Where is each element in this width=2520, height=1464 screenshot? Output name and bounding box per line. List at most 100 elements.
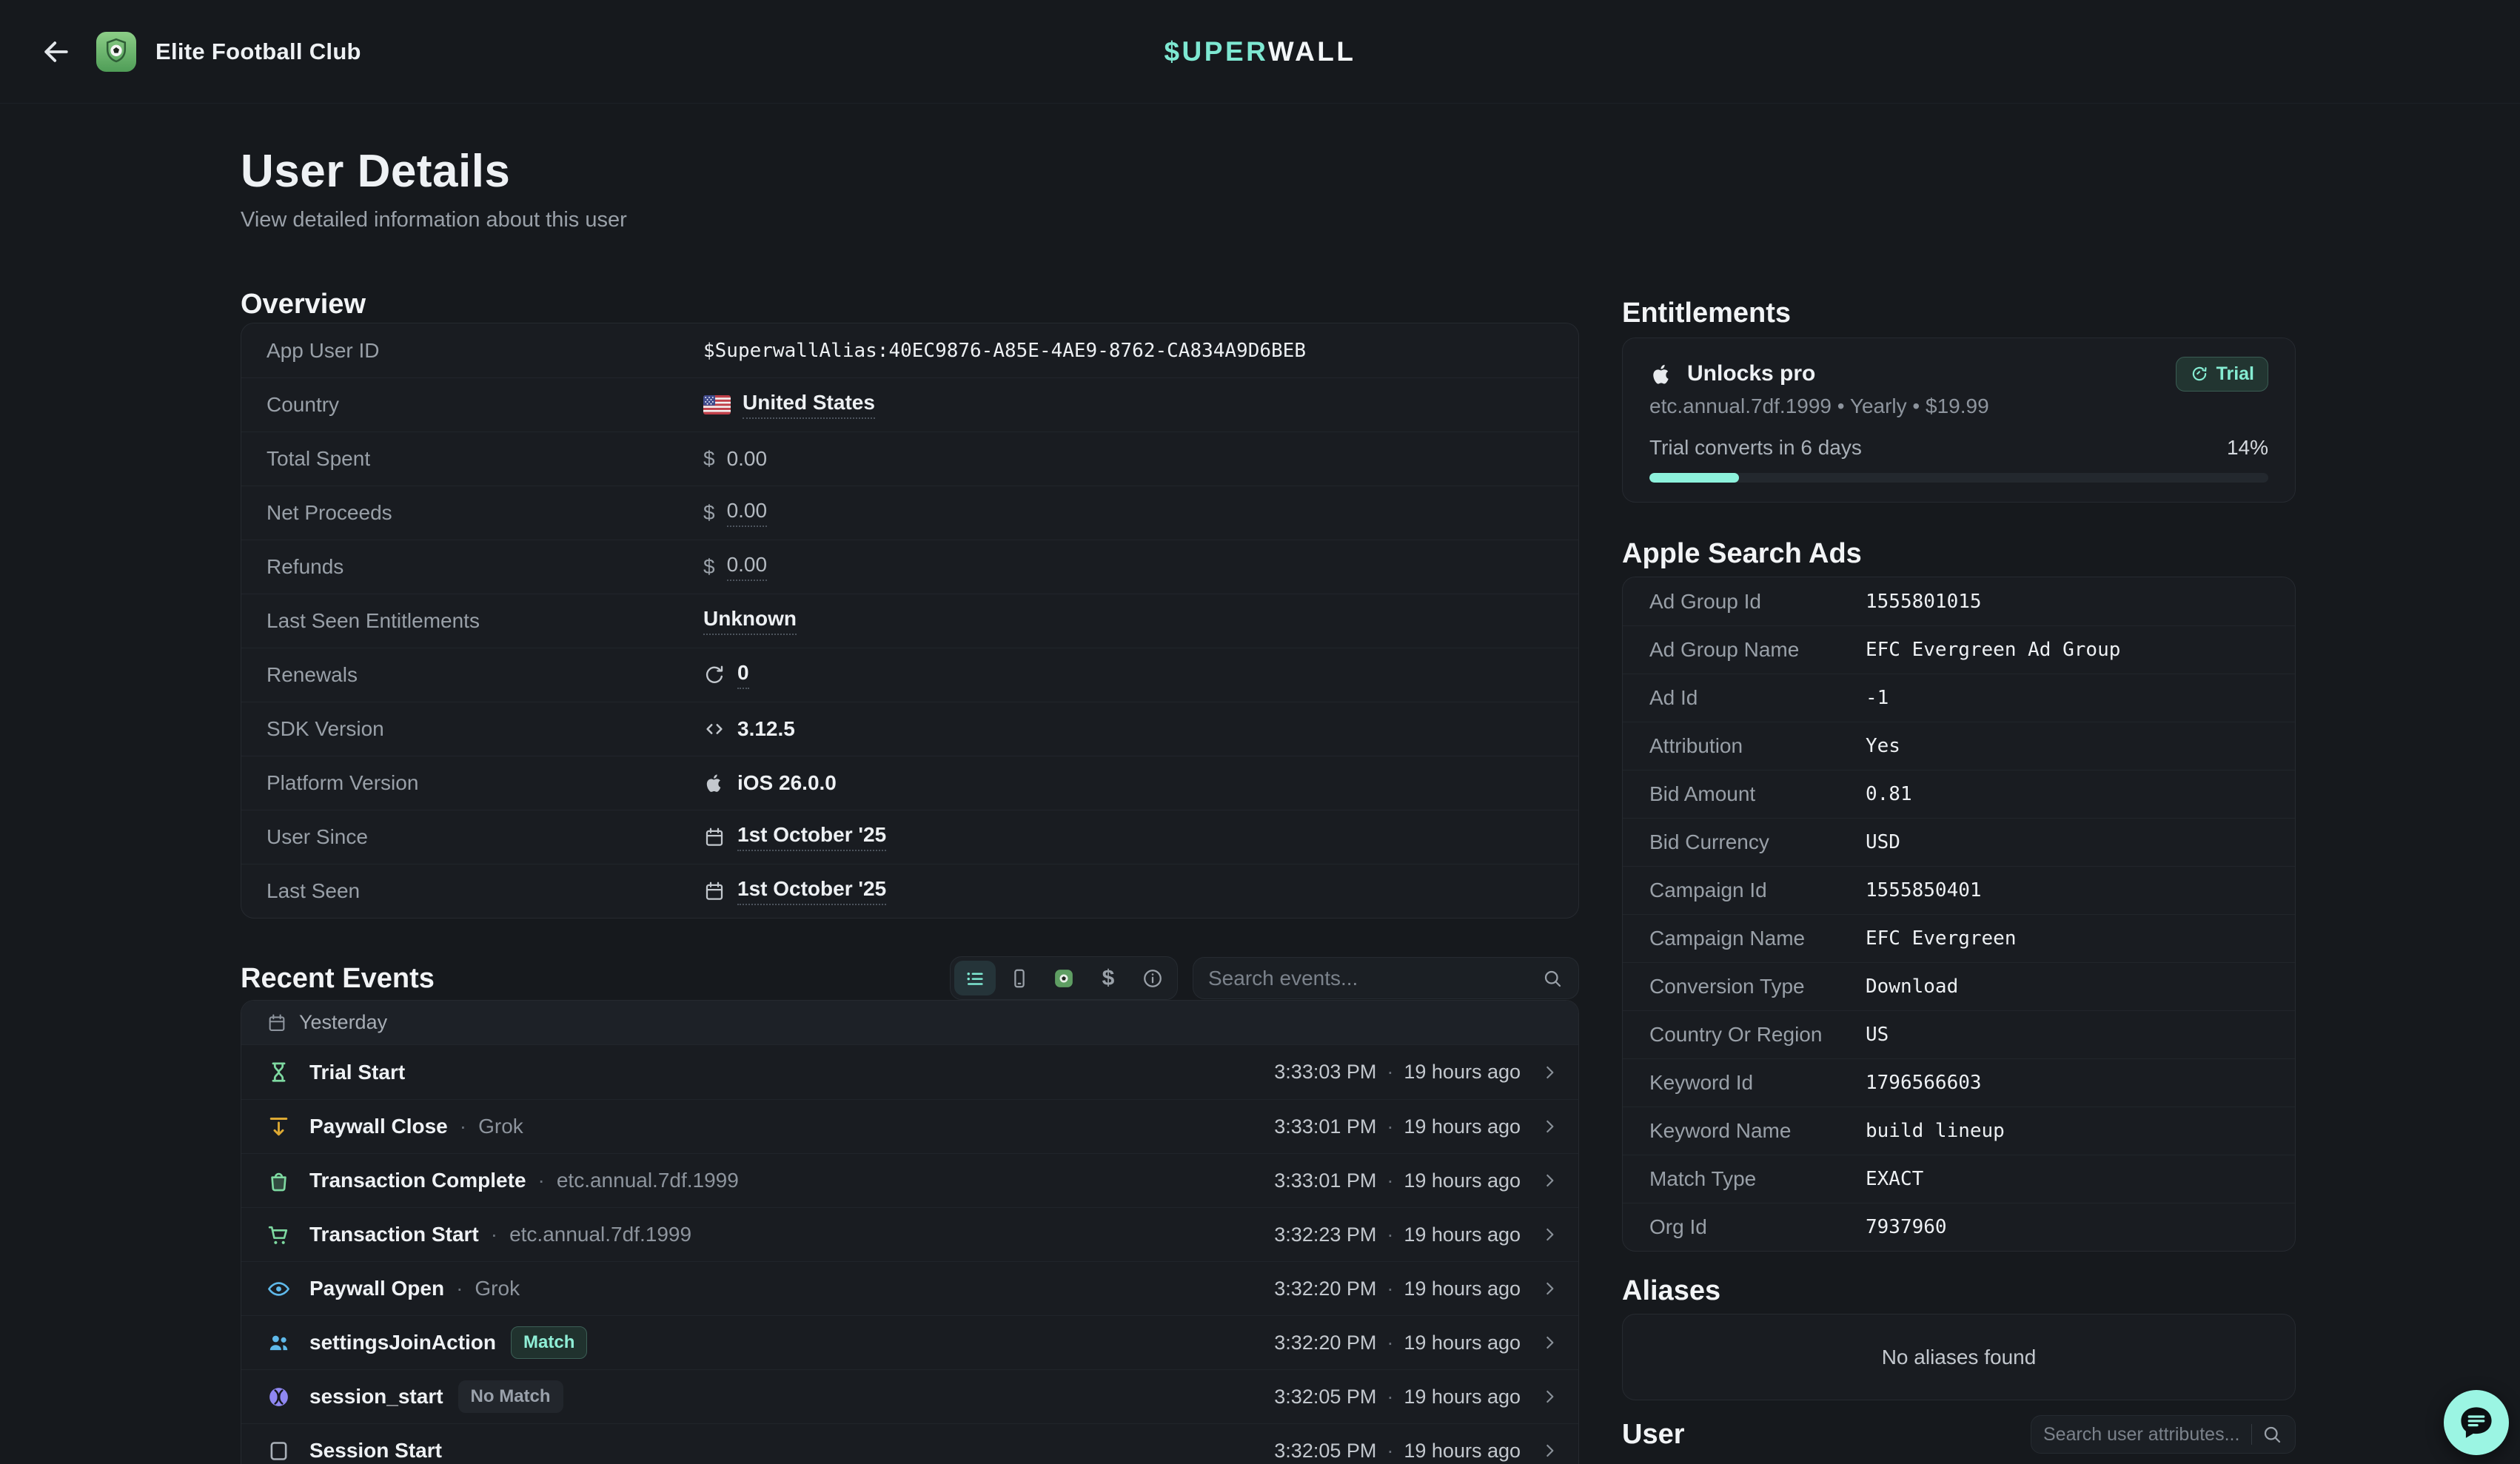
event-row[interactable]: session_startNo Match3:32:05 PM·19 hours… xyxy=(241,1369,1578,1423)
event-separator: · xyxy=(1387,1223,1393,1246)
entitlements-heading: Entitlements xyxy=(1622,295,2296,332)
event-row[interactable]: Trial Start 3:33:03 PM·19 hours ago xyxy=(241,1045,1578,1099)
apple-icon xyxy=(703,772,725,794)
user-attributes-search-input[interactable] xyxy=(2043,1424,2242,1445)
asa-row: Keyword Namebuild lineup xyxy=(1623,1107,2295,1155)
event-detail: etc.annual.7df.1999 xyxy=(557,1169,739,1192)
search-icon xyxy=(2261,1423,2283,1445)
back-button[interactable] xyxy=(33,28,80,75)
event-separator: · xyxy=(1387,1440,1393,1463)
chevron-right-icon xyxy=(1540,1171,1559,1190)
event-row[interactable]: Session Start3:32:05 PM·19 hours ago xyxy=(241,1423,1578,1464)
event-ago: 19 hours ago xyxy=(1404,1386,1521,1408)
arrow-down-icon xyxy=(267,1115,298,1139)
asa-row-label: Match Type xyxy=(1649,1167,1866,1191)
overview-row-label: Total Spent xyxy=(267,447,703,471)
asa-row-label: Keyword Id xyxy=(1649,1071,1866,1095)
overview-row-label: Last Seen Entitlements xyxy=(267,609,703,633)
event-separator: · xyxy=(1387,1277,1393,1300)
trial-converts-text: Trial converts in 6 days xyxy=(1649,436,1862,460)
event-meta: 3:32:05 PM·19 hours ago xyxy=(1274,1386,1559,1408)
asa-row: Ad Group NameEFC Evergreen Ad Group xyxy=(1623,625,2295,674)
event-meta: 3:33:03 PM·19 hours ago xyxy=(1274,1061,1559,1084)
session-icon xyxy=(267,1385,298,1409)
search-divider xyxy=(2251,1424,2252,1445)
overview-row: Refunds$0.00 xyxy=(241,540,1578,594)
overview-row-label: Country xyxy=(267,393,703,417)
event-time: 3:32:20 PM xyxy=(1274,1277,1376,1300)
event-time: 3:32:23 PM xyxy=(1274,1223,1376,1246)
main-content: User Details View detailed information a… xyxy=(0,104,2520,1464)
asa-row-label: Ad Group Name xyxy=(1649,638,1866,662)
chat-fab-button[interactable] xyxy=(2444,1390,2509,1455)
search-icon xyxy=(1541,967,1564,990)
logo-rest: WALL xyxy=(1268,36,1356,67)
filter-device-button[interactable] xyxy=(999,961,1040,995)
filter-list-button[interactable] xyxy=(954,961,996,995)
overview-row-value-text[interactable]: Unknown xyxy=(703,607,797,635)
user-section-header: User xyxy=(1622,1415,2296,1454)
event-time: 3:32:20 PM xyxy=(1274,1332,1376,1354)
overview-row-value-text: iOS 26.0.0 xyxy=(737,771,837,795)
overview-row-value: $0.00 xyxy=(703,447,767,471)
event-row[interactable]: Transaction Start·etc.annual.7df.19993:3… xyxy=(241,1207,1578,1261)
overview-row-value-text[interactable]: 0.00 xyxy=(727,499,768,527)
event-row[interactable]: Paywall Close·Grok3:33:01 PM·19 hours ag… xyxy=(241,1099,1578,1153)
aliases-heading: Aliases xyxy=(1622,1272,2296,1309)
asa-row-label: Ad Group Id xyxy=(1649,590,1866,614)
right-column: Entitlements Unlocks pro Trial etc.annua… xyxy=(1622,104,2296,1464)
chevron-right-icon xyxy=(1540,1063,1559,1082)
event-row[interactable]: Transaction Complete · etc.annual.7df.1999… xyxy=(241,1153,1578,1207)
overview-table: App User ID$SuperwallAlias:40EC9876-A85E… xyxy=(241,323,1579,919)
overview-row-value: 0 xyxy=(703,661,749,689)
overview-row-value-text[interactable]: 1st October '25 xyxy=(737,877,886,905)
asa-row: Org Id7937960 xyxy=(1623,1203,2295,1251)
asa-row-label: Ad Id xyxy=(1649,686,1866,710)
filter-app-button[interactable] xyxy=(1043,961,1085,995)
overview-row-value-text: $SuperwallAlias:40EC9876-A85E-4AE9-8762-… xyxy=(703,340,1306,362)
asa-row-value: EFC Evergreen Ad Group xyxy=(1866,639,2120,661)
overview-row-value: $0.00 xyxy=(703,499,767,527)
filter-info-button[interactable] xyxy=(1132,961,1173,995)
entitlement-card: Unlocks pro Trial etc.annual.7df.1999 • … xyxy=(1622,338,2296,503)
asa-row-value: 1555850401 xyxy=(1866,879,1982,901)
asa-row: Conversion TypeDownload xyxy=(1623,962,2295,1010)
event-row[interactable]: settingsJoinActionMatch3:32:20 PM·19 hou… xyxy=(241,1315,1578,1369)
overview-row-value-text[interactable]: 0.00 xyxy=(727,553,768,581)
asa-row-value: US xyxy=(1866,1024,1889,1046)
asa-row-value: 7937960 xyxy=(1866,1216,1947,1238)
event-ago: 19 hours ago xyxy=(1404,1115,1521,1138)
asa-row-value: 1555801015 xyxy=(1866,591,1982,613)
overview-row-value-text: 0.00 xyxy=(727,447,768,471)
event-separator: · xyxy=(1387,1061,1393,1084)
events-search-input[interactable] xyxy=(1208,967,1531,990)
apple-search-ads-heading: Apple Search Ads xyxy=(1622,535,2296,572)
event-separator: · xyxy=(1387,1169,1393,1192)
aliases-card: No aliases found xyxy=(1622,1314,2296,1400)
overview-row-value-text[interactable]: 1st October '25 xyxy=(737,823,886,851)
page-title: User Details xyxy=(241,145,1579,198)
overview-row: User Since1st October '25 xyxy=(241,810,1578,864)
filter-revenue-button[interactable]: $ xyxy=(1088,961,1129,995)
overview-row-value-text[interactable]: United States xyxy=(743,391,875,419)
asa-row-value: -1 xyxy=(1866,687,1889,709)
asa-row-value: Download xyxy=(1866,976,1958,998)
asa-row: Match TypeEXACT xyxy=(1623,1155,2295,1203)
overview-row-value-text[interactable]: 0 xyxy=(737,661,749,689)
event-name: Transaction Complete xyxy=(309,1169,526,1192)
hourglass-icon xyxy=(267,1060,298,1084)
event-ago: 19 hours ago xyxy=(1404,1332,1521,1354)
event-row[interactable]: Paywall Open·Grok3:32:20 PM·19 hours ago xyxy=(241,1261,1578,1315)
event-name: Trial Start xyxy=(309,1061,405,1084)
left-column: User Details View detailed information a… xyxy=(241,104,1579,1464)
events-group-label: Yesterday xyxy=(299,1011,387,1034)
event-ago: 19 hours ago xyxy=(1404,1169,1521,1192)
logo-accent: $UPER xyxy=(1164,36,1267,67)
overview-row: Total Spent$0.00 xyxy=(241,432,1578,486)
asa-row-value: Yes xyxy=(1866,735,1900,757)
entitlement-subtitle: etc.annual.7df.1999 • Yearly • $19.99 xyxy=(1649,394,2268,418)
calendar-icon xyxy=(703,880,725,902)
overview-row-value: 3.12.5 xyxy=(703,717,795,741)
asa-row-value: USD xyxy=(1866,831,1900,853)
apple-icon xyxy=(1649,362,1674,386)
